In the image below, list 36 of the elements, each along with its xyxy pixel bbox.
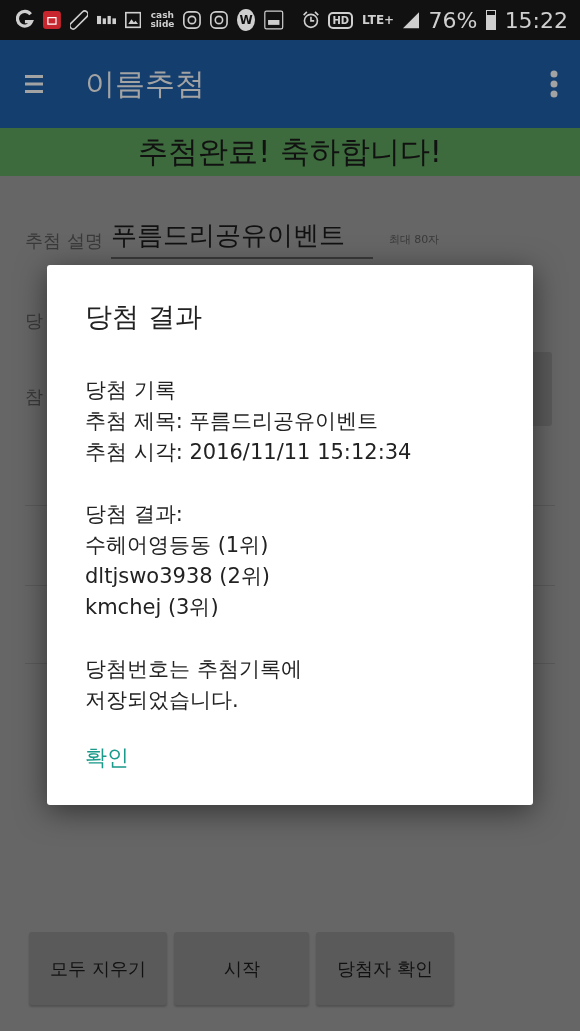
dialog-text: 수헤어영등동 (1위) bbox=[85, 532, 270, 559]
dialog-text: 당첨번호는 추첨기록에 bbox=[85, 656, 303, 683]
action-button[interactable]: 당첨자 확인 bbox=[316, 932, 454, 1005]
logo-icon bbox=[96, 13, 117, 27]
hd-icon: HD bbox=[328, 11, 354, 29]
description-field[interactable]: 푸름드리공유이벤트 bbox=[110, 218, 373, 259]
cash-slide-icon: cash slide bbox=[150, 11, 175, 29]
shopping-bag-icon bbox=[42, 9, 61, 31]
menu-icon[interactable] bbox=[25, 74, 43, 94]
dialog-text: 당첨 결과: bbox=[85, 501, 184, 528]
camera-icon bbox=[210, 9, 229, 31]
battery-percent: 76% bbox=[428, 7, 478, 33]
battery-icon bbox=[486, 10, 496, 30]
dialog-text: 저장되었습니다. bbox=[85, 687, 240, 714]
dialog-title: 당첨 결과 bbox=[85, 300, 203, 334]
dialog-text: 추첨 제목: 푸름드리공유이벤트 bbox=[85, 408, 380, 435]
app-icon bbox=[264, 8, 284, 32]
action-button[interactable]: 시작 bbox=[174, 932, 309, 1005]
pill-icon bbox=[69, 9, 88, 31]
dialog-text: 당첨 기록 bbox=[85, 377, 177, 404]
app-title: 이름추첨 bbox=[85, 64, 206, 103]
dialog-text: 추첨 시각: 2016/11/11 15:12:34 bbox=[85, 439, 413, 466]
clock: 15:22 bbox=[504, 7, 569, 33]
success-banner: 추첨완료! 축하합니다! bbox=[0, 128, 580, 176]
logo-icon bbox=[16, 9, 34, 31]
action-button[interactable]: 모두 지우기 bbox=[29, 932, 167, 1005]
signal-icon bbox=[403, 10, 420, 30]
confirm-button[interactable]: 확인 bbox=[85, 743, 129, 773]
alarm-icon bbox=[301, 9, 320, 31]
dialog-text: dltjswo3938 (2위) bbox=[85, 563, 272, 590]
camera-icon bbox=[183, 9, 202, 31]
image-icon bbox=[125, 10, 142, 30]
w-circle-icon: W bbox=[237, 9, 255, 31]
more-options-icon[interactable] bbox=[550, 70, 558, 98]
dialog-text: kmchej (3위) bbox=[85, 594, 220, 621]
lte-icon: LTE+ bbox=[362, 13, 395, 27]
